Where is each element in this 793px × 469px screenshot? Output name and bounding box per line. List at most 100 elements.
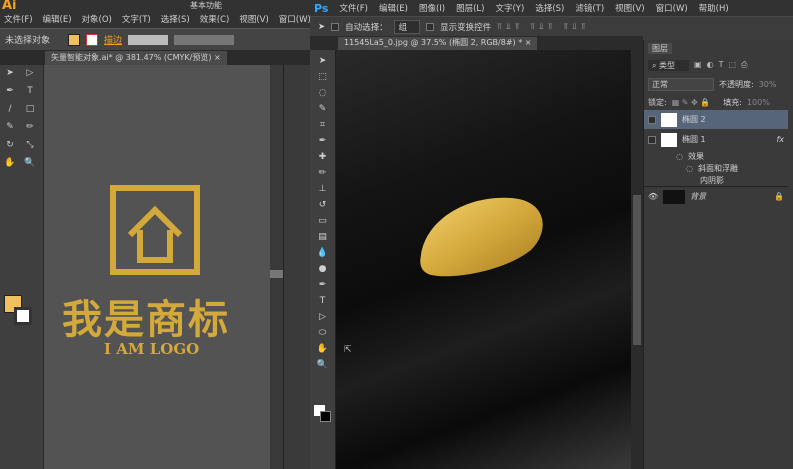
- ai-vertical-scrollbar[interactable]: [270, 65, 283, 469]
- selection-tool-icon[interactable]: ➤: [3, 68, 17, 80]
- ps-menu-select[interactable]: 选择(S): [535, 2, 564, 14]
- eye-icon[interactable]: 👁: [648, 192, 658, 201]
- eraser-icon[interactable]: ▭: [318, 216, 327, 226]
- dodge-icon[interactable]: ●: [319, 264, 327, 274]
- ps-menu-help[interactable]: 帮助(H): [699, 2, 729, 14]
- layer-thumbnail: [661, 132, 677, 147]
- selection-status: 未选择对象: [5, 36, 51, 46]
- layer-row-background[interactable]: 👁 背景 🔒: [644, 186, 788, 206]
- layers-tab[interactable]: 图层: [648, 42, 672, 54]
- pen-tool-icon[interactable]: ✒: [3, 86, 17, 98]
- background-color-icon[interactable]: [320, 411, 331, 422]
- gradient-icon[interactable]: ▤: [318, 232, 327, 242]
- ai-menu-view[interactable]: 视图(V): [239, 13, 268, 25]
- ps-menu-window[interactable]: 窗口(W): [656, 2, 688, 14]
- layer-row-ellipse-1[interactable]: 椭圆 1 fx: [644, 130, 788, 149]
- direct-selection-icon[interactable]: ▷: [23, 68, 37, 80]
- line-tool-icon[interactable]: /: [3, 104, 17, 116]
- opacity-label: 不透明度:: [719, 79, 754, 89]
- opacity-field[interactable]: 30%: [759, 80, 777, 89]
- brush-icon[interactable]: ✏: [319, 168, 327, 178]
- layer-name: 背景: [690, 192, 707, 201]
- ai-menu-window[interactable]: 窗口(W): [279, 13, 311, 25]
- lock-icon: 🔒: [774, 192, 784, 201]
- marquee-icon[interactable]: ⬚: [318, 72, 327, 82]
- effect-bevel[interactable]: ◌ 斜面和浮雕: [644, 162, 788, 174]
- stroke-weight-field[interactable]: [128, 34, 169, 45]
- filter-icons[interactable]: ▣◐T⬚⎙: [694, 60, 752, 70]
- ps-menu-type[interactable]: 文字(Y): [495, 2, 524, 14]
- path-select-icon[interactable]: ▷: [319, 312, 326, 322]
- ps-menu-image[interactable]: 图像(I): [419, 2, 445, 14]
- ai-menu-file[interactable]: 文件(F): [4, 13, 33, 25]
- type-tool-icon[interactable]: T: [23, 86, 37, 98]
- layer-row-ellipse-2[interactable]: 椭圆 2: [644, 110, 788, 129]
- ai-menu-edit[interactable]: 编辑(E): [43, 13, 72, 25]
- crop-icon[interactable]: ⌗: [320, 120, 325, 130]
- blur-icon[interactable]: 💧: [317, 248, 328, 258]
- hand-icon[interactable]: ✋: [317, 344, 328, 354]
- effect-inner-shadow[interactable]: 内阴影: [644, 174, 788, 186]
- variable-width-field[interactable]: [174, 34, 235, 45]
- pencil-tool-icon[interactable]: ✏: [23, 122, 37, 134]
- ai-control-bar: 未选择对象 描边: [0, 28, 310, 50]
- logo-title: 我是商标: [62, 297, 230, 343]
- rotate-tool-icon[interactable]: ↻: [3, 140, 17, 152]
- show-transform-checkbox[interactable]: [426, 22, 435, 31]
- align-icons[interactable]: ⫪⫫⫪ ⫪⫫⫪ ⫪⫫⫪: [497, 22, 590, 32]
- effects-label: 效果: [687, 151, 704, 161]
- ps-menu-layer[interactable]: 图层(L): [456, 2, 484, 14]
- ai-menu-bar: 文件(F) 编辑(E) 对象(O) 文字(T) 选择(S) 效果(C) 视图(V…: [0, 10, 311, 28]
- visibility-toggle[interactable]: [648, 115, 656, 124]
- fill-swatch[interactable]: [68, 33, 81, 46]
- ps-menu-filter[interactable]: 滤镜(T): [575, 2, 604, 14]
- cursor-icon: ⇱: [344, 345, 352, 355]
- shape-icon[interactable]: ⬭: [319, 328, 327, 338]
- ai-menu-select[interactable]: 选择(S): [161, 13, 190, 25]
- effects-row[interactable]: ◌ 效果: [644, 150, 788, 162]
- ai-panel-dock: [283, 65, 310, 469]
- ps-document-tab[interactable]: 11545La5_0.jpg @ 37.5% (椭圆 2, RGB/8#) * …: [338, 37, 538, 50]
- visibility-toggle[interactable]: [648, 135, 656, 144]
- layer-filter-dropdown[interactable]: 类型: [659, 61, 675, 70]
- ps-vertical-scrollbar[interactable]: [631, 50, 643, 469]
- heal-icon[interactable]: ✚: [319, 152, 327, 162]
- fill-field[interactable]: 100%: [747, 98, 770, 107]
- stroke-link[interactable]: 描边: [104, 33, 122, 46]
- eyedropper-icon[interactable]: ✒: [319, 136, 327, 146]
- lock-icons[interactable]: ▦ ✎ ✥ 🔒: [672, 98, 711, 107]
- move-tool-icon[interactable]: ➤: [318, 22, 325, 32]
- move-icon[interactable]: ➤: [319, 56, 327, 66]
- type-icon[interactable]: T: [320, 296, 326, 306]
- ai-menu-effect[interactable]: 效果(C): [200, 13, 230, 25]
- ps-menu-file[interactable]: 文件(F): [339, 2, 368, 14]
- lasso-icon[interactable]: ◌: [319, 88, 327, 98]
- hand-tool-icon[interactable]: ✋: [3, 158, 17, 170]
- ps-menu-edit[interactable]: 编辑(E): [379, 2, 408, 14]
- ai-menu-type[interactable]: 文字(T): [122, 13, 151, 25]
- brush-tool-icon[interactable]: ✎: [3, 122, 17, 134]
- auto-select-dropdown[interactable]: 组: [393, 19, 421, 34]
- zoom-tool-icon[interactable]: 🔍: [23, 158, 37, 170]
- auto-select-checkbox[interactable]: [331, 22, 340, 31]
- ps-menu-view[interactable]: 视图(V): [615, 2, 644, 14]
- effect-bevel-label: 斜面和浮雕: [697, 163, 738, 173]
- history-brush-icon[interactable]: ↺: [319, 200, 327, 210]
- ai-document-tab[interactable]: 矢量智能对象.ai* @ 381.47% (CMYK/预览) ×: [45, 51, 227, 65]
- quick-select-icon[interactable]: ✎: [319, 104, 327, 114]
- fx-icon[interactable]: fx: [776, 135, 784, 144]
- stamp-icon[interactable]: ⊥: [319, 184, 327, 194]
- logo-subtitle: I AM LOGO: [104, 340, 200, 358]
- logo-house-icon: [110, 185, 200, 275]
- layer-name: 椭圆 2: [682, 115, 706, 124]
- blend-mode-dropdown[interactable]: 正常: [648, 77, 714, 91]
- stroke-color-icon[interactable]: [14, 307, 32, 325]
- stroke-swatch[interactable]: [86, 33, 99, 46]
- scale-tool-icon[interactable]: ⤡: [23, 140, 37, 152]
- pen-icon[interactable]: ✒: [319, 280, 327, 290]
- auto-select-label: 自动选择：: [345, 22, 388, 33]
- gold-badge-image: [420, 197, 543, 277]
- zoom-icon[interactable]: 🔍: [317, 360, 328, 370]
- ai-menu-object[interactable]: 对象(O): [82, 13, 112, 25]
- rect-tool-icon[interactable]: □: [23, 104, 37, 116]
